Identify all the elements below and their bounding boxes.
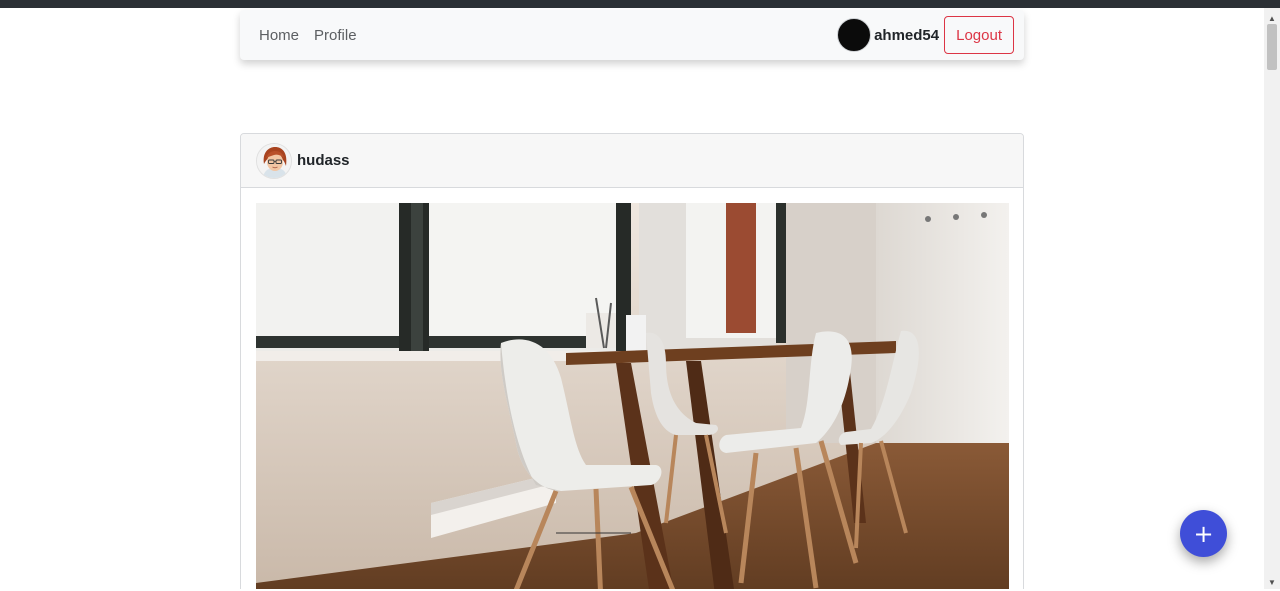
post-image[interactable] (256, 203, 1009, 589)
page-scrollbar[interactable]: ▲ ▼ (1264, 8, 1280, 589)
cartoon-avatar-icon (257, 143, 291, 178)
add-post-button[interactable]: + (1180, 510, 1227, 557)
navbar-user-area: ahmed54 Logout (837, 16, 1014, 54)
navbar: Home Profile ahmed54 Logout (240, 10, 1024, 60)
scroll-down-arrow-icon[interactable]: ▼ (1264, 574, 1280, 591)
logout-button[interactable]: Logout (944, 16, 1014, 54)
post-author-name[interactable]: hudass (297, 152, 350, 169)
page: Home Profile ahmed54 Logout hudass + (0, 8, 1264, 589)
nav-link-home[interactable]: Home (259, 27, 299, 44)
post-card: hudass (240, 133, 1024, 589)
post-card-header: hudass (241, 134, 1023, 188)
current-username[interactable]: ahmed54 (874, 27, 939, 44)
plus-icon: + (1193, 519, 1214, 548)
browser-top-bar (0, 0, 1280, 8)
nav-link-profile[interactable]: Profile (314, 27, 357, 44)
post-author-avatar[interactable] (256, 142, 292, 179)
scrollbar-thumb[interactable] (1267, 24, 1277, 70)
user-avatar[interactable] (837, 18, 872, 52)
